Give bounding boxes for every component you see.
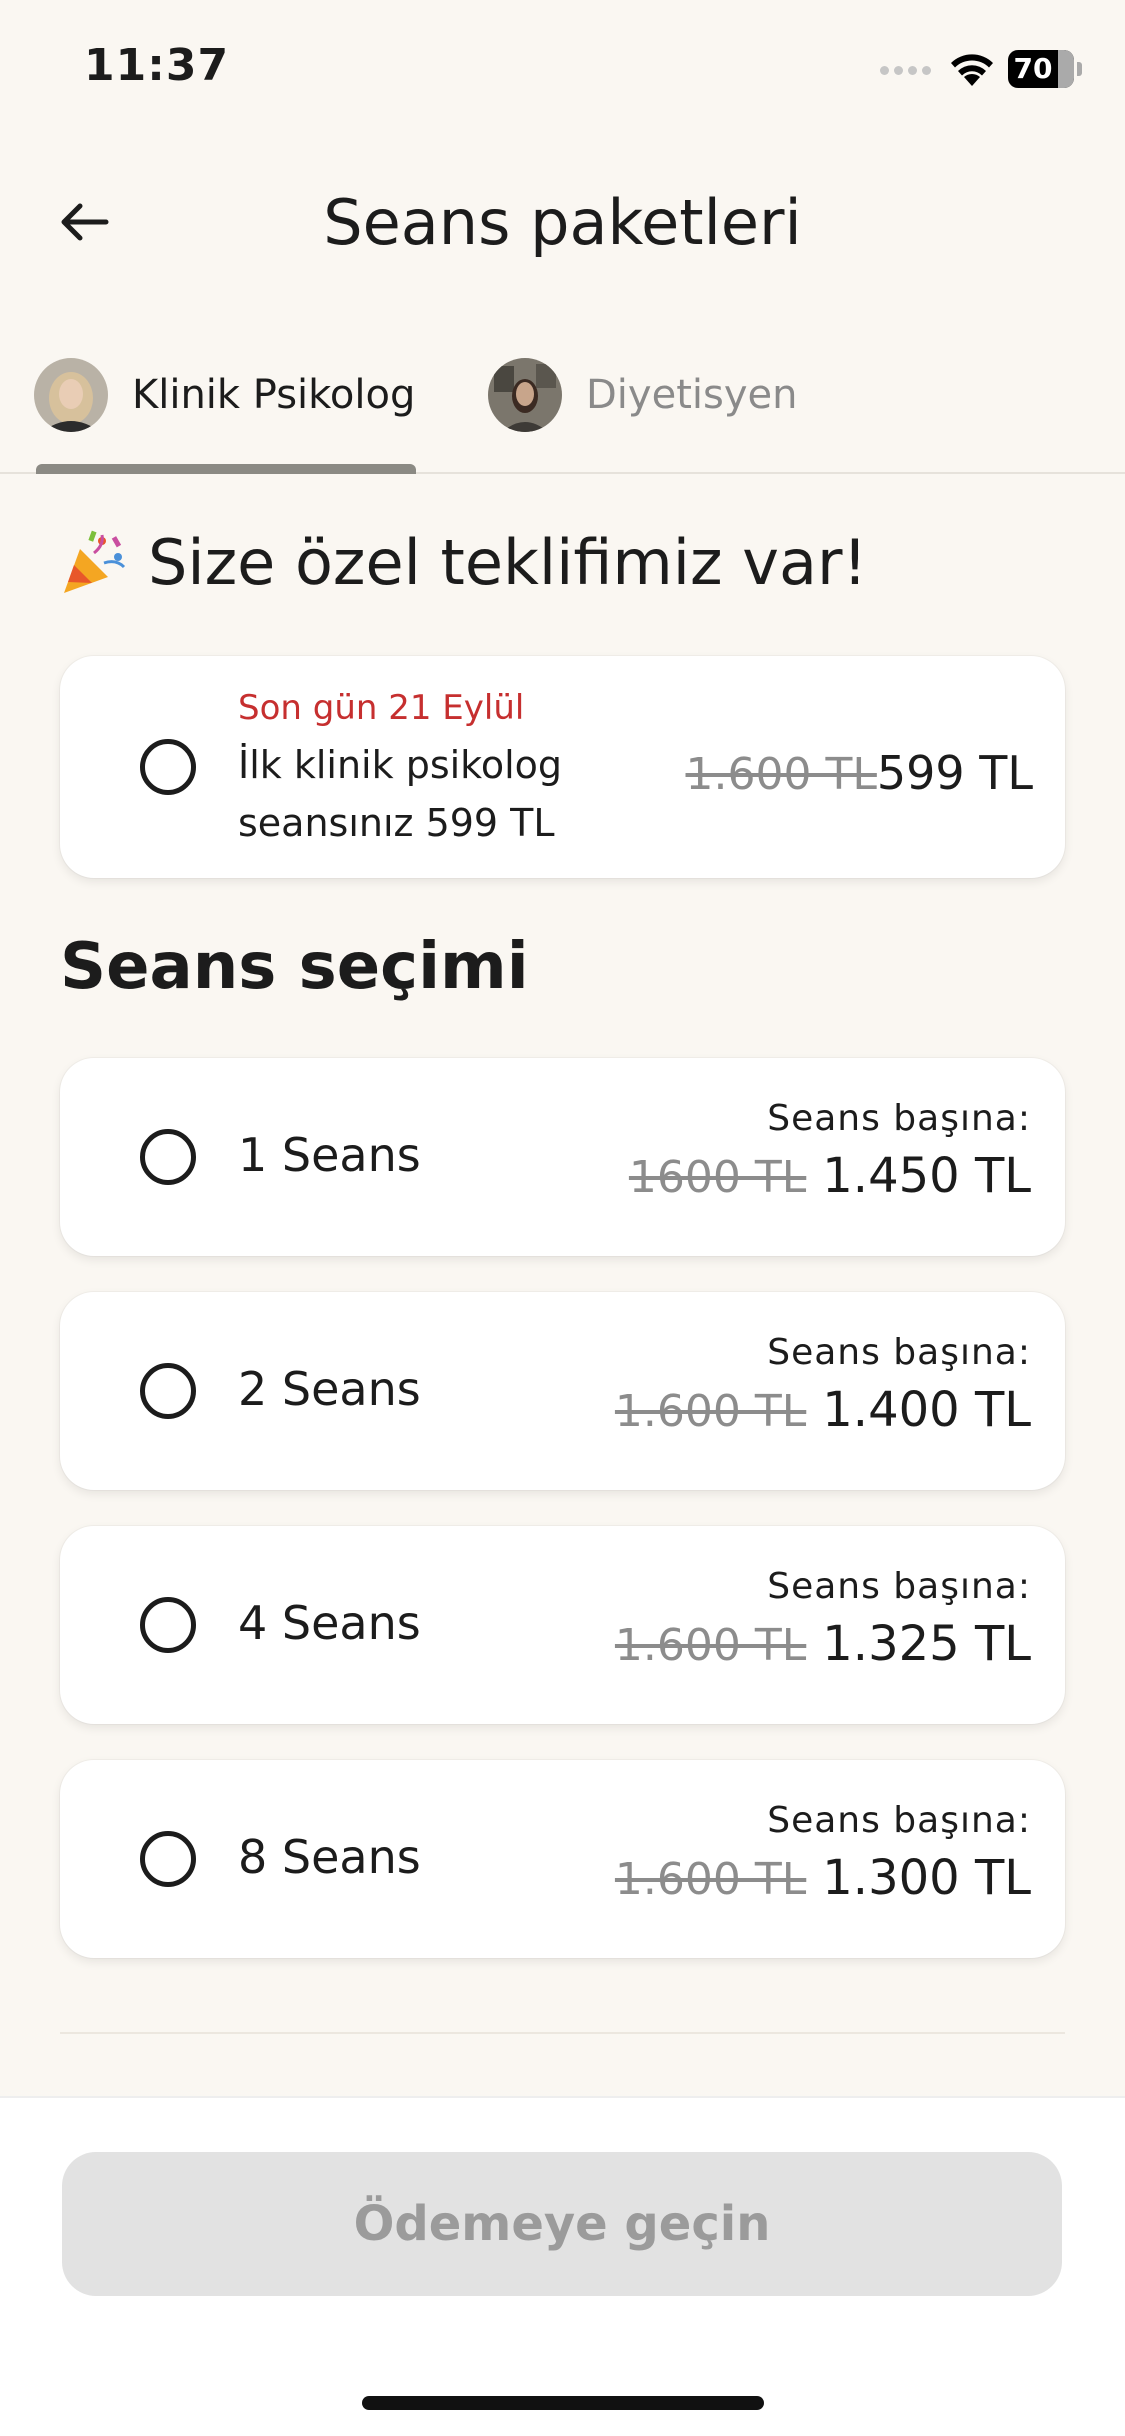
- offer-heading-text: Size özel teklifimiz var!: [148, 526, 868, 599]
- per-session-label: Seans başına:: [767, 1332, 1031, 1373]
- battery-icon: 70: [1008, 50, 1074, 88]
- session-radio[interactable]: [140, 1129, 196, 1185]
- battery-level: 70: [1013, 52, 1053, 85]
- per-session-label: Seans başına:: [767, 1800, 1031, 1841]
- provider-tabs: Klinik Psikolog Diyetisyen: [0, 350, 1125, 474]
- session-radio[interactable]: [140, 1597, 196, 1653]
- offer-card[interactable]: Son gün 21 Eylül İlk klinik psikolog sea…: [60, 656, 1065, 878]
- session-option-8[interactable]: 8 Seans Seans başına: 1.600 TL 1.300 TL: [60, 1760, 1065, 1958]
- session-price: 1600 TL 1.450 TL: [629, 1148, 1031, 1204]
- session-old-price: 1.600 TL: [614, 1386, 807, 1437]
- session-price: 1.600 TL 1.400 TL: [615, 1382, 1031, 1438]
- tab-diyetisyen[interactable]: Diyetisyen: [488, 358, 797, 474]
- offer-old-price: 1.600 TL: [685, 749, 877, 800]
- tab-label: Klinik Psikolog: [132, 372, 416, 418]
- content-divider: [60, 2032, 1065, 2034]
- session-old-price: 1.600 TL: [614, 1854, 807, 1905]
- psychologist-avatar: [34, 358, 108, 432]
- session-label: 8 Seans: [238, 1830, 421, 1884]
- session-option-2[interactable]: 2 Seans Seans başına: 1.600 TL 1.400 TL: [60, 1292, 1065, 1490]
- tab-label: Diyetisyen: [586, 372, 798, 418]
- session-label: 4 Seans: [238, 1596, 421, 1650]
- party-popper-icon: [64, 530, 126, 593]
- proceed-to-payment-button[interactable]: Ödemeye geçin: [62, 2152, 1062, 2296]
- per-session-label: Seans başına:: [767, 1098, 1031, 1139]
- offer-description: İlk klinik psikolog seansınız 599 TL: [238, 743, 563, 845]
- page-title: Seans paketleri: [323, 186, 802, 259]
- offer-new-price: 599 TL: [876, 746, 1033, 800]
- session-option-4[interactable]: 4 Seans Seans başına: 1.600 TL 1.325 TL: [60, 1526, 1065, 1724]
- home-indicator: [362, 2396, 764, 2410]
- offer-radio[interactable]: [140, 739, 196, 795]
- session-price: 1.600 TL 1.300 TL: [615, 1850, 1031, 1906]
- status-time: 11:37: [84, 40, 230, 91]
- session-new-price: 1.400 TL: [822, 1382, 1031, 1438]
- active-tab-indicator: [36, 464, 416, 474]
- session-price: 1.600 TL 1.325 TL: [615, 1616, 1031, 1672]
- offer-heading: Size özel teklifimiz var!: [58, 526, 867, 599]
- wifi-icon: [951, 54, 993, 86]
- cellular-signal-icon: [880, 66, 931, 75]
- battery-cap: [1077, 62, 1082, 76]
- session-label: 2 Seans: [238, 1362, 421, 1416]
- session-old-price: 1.600 TL: [614, 1620, 807, 1671]
- session-new-price: 1.450 TL: [822, 1148, 1031, 1204]
- session-radio[interactable]: [140, 1831, 196, 1887]
- footer: Ödemeye geçin: [0, 2096, 1125, 2436]
- session-option-1[interactable]: 1 Seans Seans başına: 1600 TL 1.450 TL: [60, 1058, 1065, 1256]
- session-label: 1 Seans: [238, 1128, 421, 1182]
- session-new-price: 1.300 TL: [822, 1850, 1031, 1906]
- session-old-price: 1600 TL: [628, 1152, 807, 1203]
- session-section-heading: Seans seçimi: [60, 930, 529, 1004]
- session-new-price: 1.325 TL: [822, 1616, 1031, 1672]
- offer-deadline: Son gün 21 Eylül: [238, 688, 525, 728]
- session-radio[interactable]: [140, 1363, 196, 1419]
- status-bar: 11:37 70: [0, 0, 1125, 135]
- tab-klinik-psikolog[interactable]: Klinik Psikolog: [34, 358, 415, 474]
- per-session-label: Seans başına:: [767, 1566, 1031, 1607]
- dietitian-avatar: [488, 358, 562, 432]
- offer-price: 1.600 TL 599 TL: [686, 746, 1034, 800]
